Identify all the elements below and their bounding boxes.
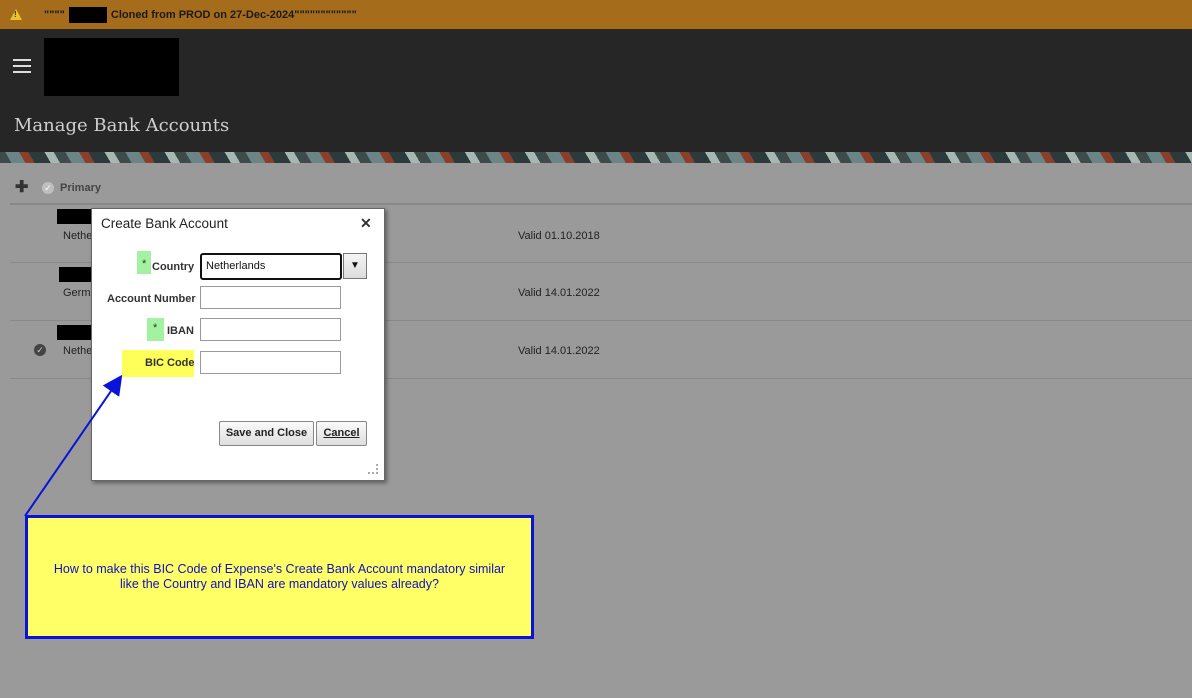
dialog-title: Create Bank Account [101, 216, 228, 231]
chevron-down-icon[interactable]: ▼ [343, 253, 367, 279]
account-number-field[interactable] [200, 286, 341, 309]
annotation-text: How to make this BIC Code of Expense's C… [53, 562, 506, 591]
redacted-block [68, 6, 107, 23]
annotation-note: How to make this BIC Code of Expense's C… [25, 515, 534, 639]
bic-field[interactable] [200, 351, 341, 374]
redacted-block [57, 209, 95, 224]
banner-prefix: """" [44, 8, 65, 21]
country-cell: Nethe [63, 345, 93, 357]
create-bank-account-dialog: Create Bank Account ✕ * Country Netherla… [91, 208, 385, 481]
page-title: Manage Bank Accounts [14, 115, 230, 136]
resize-handle[interactable] [368, 464, 378, 474]
table-toolbar: ✚ ✓ Primary [10, 175, 1192, 205]
app-header: Manage Bank Accounts [0, 29, 1192, 152]
environment-banner: """" Cloned from PROD on 27-Dec-2024 """… [0, 0, 1192, 29]
required-marker: * [142, 258, 147, 270]
country-cell: Germ [63, 287, 91, 299]
decorative-banner-strip [0, 152, 1192, 163]
country-label: Country [152, 261, 195, 273]
warning-icon [10, 9, 22, 20]
iban-label: IBAN [167, 325, 194, 337]
cancel-button[interactable]: Cancel [316, 421, 367, 446]
banner-suffix: """""""""""" [294, 8, 357, 21]
save-and-close-button[interactable]: Save and Close [219, 421, 314, 446]
account-number-label: Account Number [107, 293, 196, 305]
country-cell: Nethe [63, 230, 93, 242]
required-marker: * [153, 322, 158, 334]
add-icon[interactable]: ✚ [15, 180, 28, 196]
primary-label[interactable]: Primary [60, 182, 101, 194]
country-select[interactable]: Netherlands [200, 253, 342, 280]
close-icon[interactable]: ✕ [360, 215, 372, 232]
validity-cell: Valid 14.01.2022 [518, 345, 600, 357]
bic-label: BIC Code [145, 357, 195, 369]
check-icon[interactable]: ✓ [42, 182, 54, 194]
banner-text: Cloned from PROD on 27-Dec-2024 [110, 8, 295, 21]
menu-icon[interactable] [13, 59, 31, 77]
iban-field[interactable] [200, 318, 341, 341]
redacted-block [57, 325, 95, 340]
validity-cell: Valid 01.10.2018 [518, 230, 600, 242]
validity-cell: Valid 14.01.2022 [518, 287, 600, 299]
primary-check-icon: ✓ [34, 344, 46, 356]
logo [44, 38, 179, 96]
